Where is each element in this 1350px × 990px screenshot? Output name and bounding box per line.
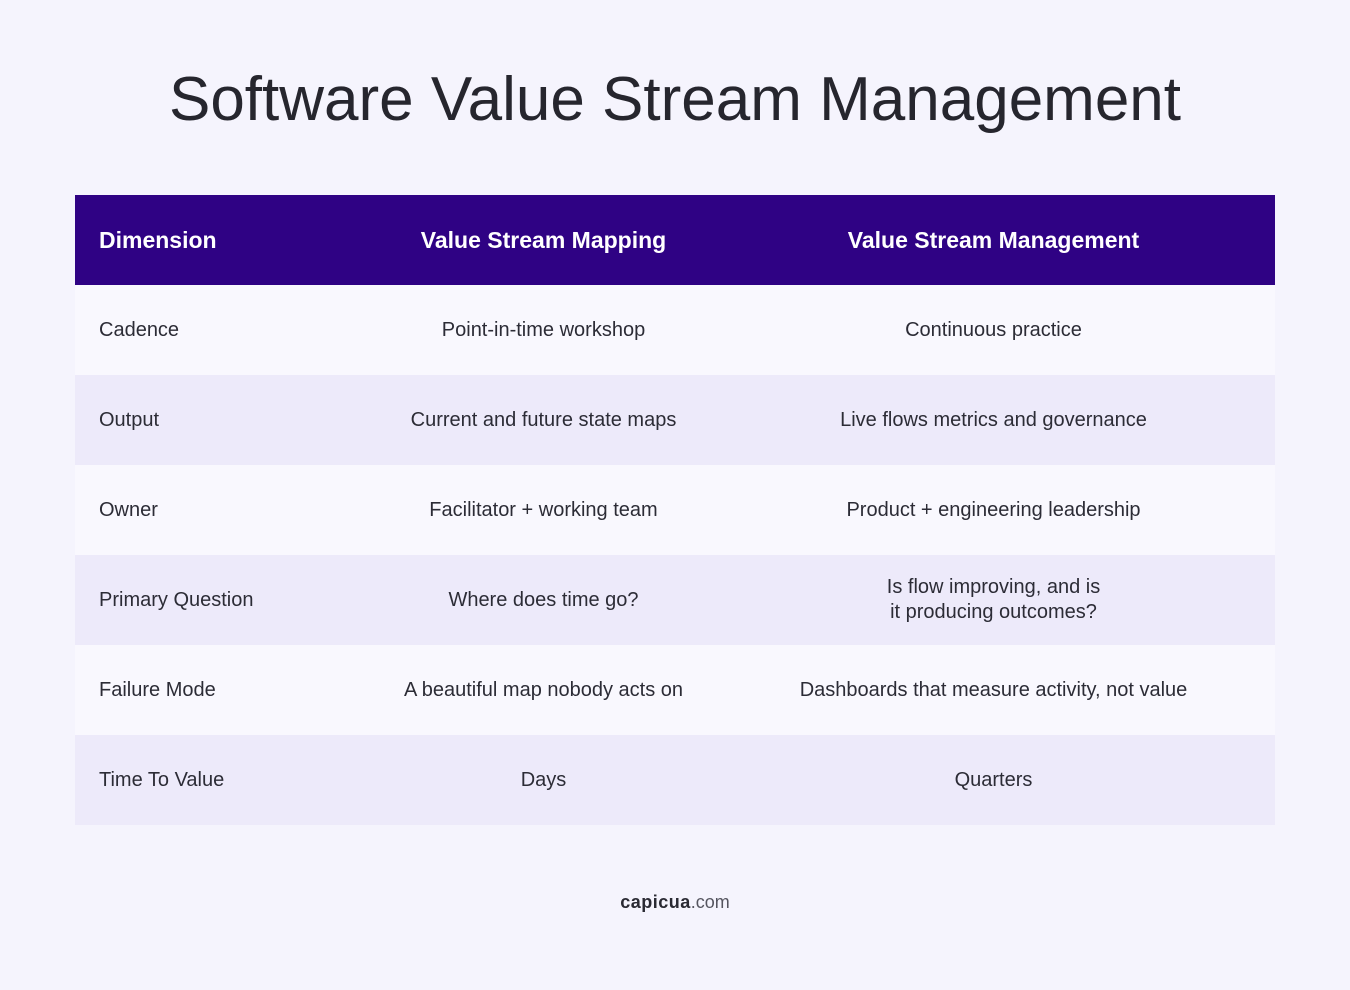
row-management-cell: Is flow improving, and is it producing o… — [886, 576, 1101, 623]
table-row: Failure Mode A beautiful map nobody acts… — [75, 645, 1275, 735]
row-dimension-cell: Primary Question — [99, 588, 254, 611]
row-dimension-cell: Output — [99, 408, 160, 431]
row-management-cell: Quarters — [954, 768, 1033, 791]
table-row: Cadence Point-in-time workshop Continuou… — [75, 285, 1275, 375]
footer-brand: capicua.com — [0, 892, 1350, 913]
row-dimension-cell: Cadence — [99, 318, 180, 341]
row-management-cell: Product + engineering leadership — [846, 498, 1141, 521]
table-row: Owner Facilitator + working team Product… — [75, 465, 1275, 555]
header-value-stream-management: Value Stream Management — [847, 226, 1140, 253]
row-management-cell: Dashboards that measure activity, not va… — [799, 678, 1188, 701]
row-mapping-cell: Days — [520, 768, 567, 791]
row-mapping-cell: Facilitator + working team — [429, 498, 658, 521]
brand-domain: .com — [690, 892, 730, 912]
row-mapping-cell: A beautiful map nobody acts on — [403, 678, 684, 701]
table-header-row: Dimension Value Stream Mapping Value Str… — [75, 195, 1275, 285]
brand-name: capicua — [620, 892, 691, 912]
page-title: Software Value Stream Management — [168, 65, 1182, 134]
comparison-table: Dimension Value Stream Mapping Value Str… — [75, 195, 1275, 825]
header-dimension: Dimension — [99, 226, 217, 253]
row-mapping-cell: Current and future state maps — [410, 408, 677, 431]
row-mapping-cell: Point-in-time workshop — [441, 318, 646, 341]
row-management-cell: Live flows metrics and governance — [840, 408, 1147, 431]
table-row: Time To Value Days Quarters — [75, 735, 1275, 825]
row-dimension-cell: Failure Mode — [99, 678, 216, 701]
table-row: Primary Question Where does time go? Is … — [75, 555, 1275, 645]
header-value-stream-mapping: Value Stream Mapping — [420, 226, 667, 253]
row-mapping-cell: Where does time go? — [448, 588, 639, 611]
row-management-cell: Continuous practice — [905, 318, 1082, 341]
table-row: Output Current and future state maps Liv… — [75, 375, 1275, 465]
row-dimension-cell: Time To Value — [99, 768, 225, 791]
row-dimension-cell: Owner — [99, 498, 158, 521]
